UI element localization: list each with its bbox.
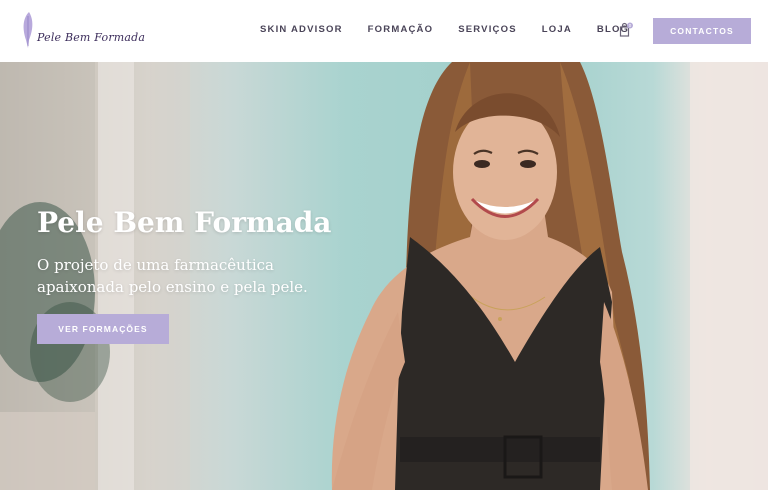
hero-subtitle: O projeto de uma farmacêutica apaixonada… <box>37 256 308 296</box>
shopping-bag-icon: 0 <box>619 22 633 37</box>
logo[interactable]: Pele Bem Formada <box>20 10 145 54</box>
logo-text: Pele Bem Formada <box>37 31 146 44</box>
nav-item-formacao[interactable]: FORMAÇÃO <box>368 24 434 35</box>
contact-button[interactable]: CONTACTOS <box>653 18 751 44</box>
nav-item-loja[interactable]: LOJA <box>542 24 572 35</box>
ver-formacoes-button[interactable]: VER FORMAÇÕES <box>37 314 169 344</box>
hero-section: Pele Bem Formada O projeto de uma farmac… <box>0 62 768 490</box>
main-nav: SKIN ADVISOR FORMAÇÃO SERVIÇOS LOJA BLOG <box>260 24 654 35</box>
feather-logo-icon <box>23 12 33 48</box>
nav-item-skin-advisor[interactable]: SKIN ADVISOR <box>260 24 343 35</box>
nav-item-servicos[interactable]: SERVIÇOS <box>458 24 517 35</box>
hero-title: Pele Bem Formada <box>37 206 332 239</box>
cart-button[interactable]: 0 <box>618 22 634 38</box>
site-header: Pele Bem Formada SKIN ADVISOR FORMAÇÃO S… <box>0 0 768 62</box>
